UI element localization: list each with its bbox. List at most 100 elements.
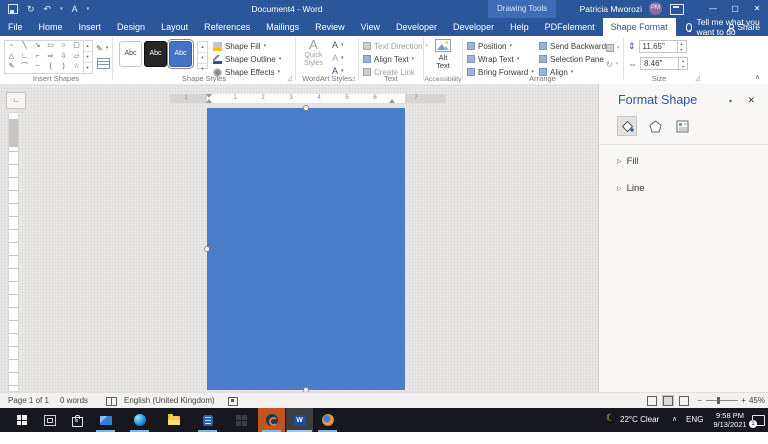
shape-fill-button[interactable]: Shape Fill ▾ [213, 40, 266, 52]
shape-right-brace-icon[interactable]: ) [57, 62, 70, 73]
moon-weather-icon[interactable]: ☾ [606, 413, 615, 437]
collapse-ribbon-icon[interactable]: ∧ [755, 73, 760, 81]
clock-date[interactable]: 9/13/2021 [710, 420, 750, 444]
weather-temperature[interactable]: 22°C Clear [620, 408, 659, 432]
tab-view[interactable]: View [353, 18, 388, 36]
shape-down-arrow-icon[interactable]: ⇩ [57, 52, 70, 63]
macro-record-icon[interactable] [228, 397, 238, 406]
tab-review[interactable]: Review [307, 18, 353, 36]
tab-file[interactable]: File [0, 18, 31, 36]
line-section-header[interactable]: ▷ Line [617, 183, 645, 194]
shape-arc-icon[interactable]: ⌒ [18, 62, 31, 73]
action-center-icon[interactable]: 1 [752, 415, 765, 426]
avatar[interactable]: PM [649, 2, 662, 15]
shape-connector-icon[interactable]: ⌐ [31, 52, 44, 63]
gallery-scroll-up-icon[interactable]: ▴ [83, 41, 92, 51]
panel-options-caret-icon[interactable]: ▾ [729, 98, 732, 105]
height-spin-down-icon[interactable]: ▾ [678, 47, 686, 53]
undo-dropdown-icon[interactable]: ▾ [60, 6, 63, 12]
firefox-button[interactable] [314, 408, 341, 432]
shape-handle-left-middle[interactable] [204, 246, 210, 252]
mail-button[interactable] [92, 408, 119, 432]
edge-button[interactable] [126, 408, 153, 432]
alt-text-button[interactable]: Alt Text [430, 39, 456, 77]
style-preview-blue-selected[interactable]: Abc [169, 41, 192, 67]
shape-height-value[interactable]: 11.65" [640, 42, 677, 51]
close-button[interactable]: ✕ [746, 0, 768, 18]
shape-callout-icon[interactable]: ▱ [70, 52, 83, 63]
pinned-app-button[interactable] [228, 408, 255, 432]
first-line-indent-marker[interactable] [206, 94, 212, 98]
rotate-objects-button[interactable]: ↻ ▾ [606, 58, 618, 70]
group-objects-button[interactable]: ▾ [606, 42, 620, 54]
effects-tab[interactable] [646, 117, 664, 135]
web-layout-icon[interactable] [678, 395, 690, 406]
qat-customize-icon[interactable]: ▾ [87, 6, 90, 12]
zoom-level[interactable]: 45% [749, 393, 765, 408]
shape-recent-icon[interactable]: ▫ [5, 41, 18, 52]
size-dialog-launcher-icon[interactable]: ◿ [695, 76, 700, 82]
shape-width-field[interactable]: 8.46" ▴ ▾ [640, 57, 688, 70]
styles-more-icon[interactable]: ▾ [198, 63, 207, 74]
fill-line-tab[interactable] [617, 116, 637, 136]
style-preview-outline[interactable]: Abc [119, 41, 142, 67]
fill-section-header[interactable]: ▷ Fill [617, 156, 639, 167]
styles-scroll-down-icon[interactable]: ▾ [198, 52, 207, 63]
word-taskbar-button[interactable]: W [286, 408, 313, 432]
print-layout-icon[interactable] [662, 395, 674, 406]
undo-icon[interactable]: ↶ [44, 0, 52, 18]
shape-rounded-rectangle-icon[interactable]: ▢ [70, 41, 83, 52]
ribbon-display-options-icon[interactable] [670, 4, 684, 15]
notes-app-button[interactable] [194, 408, 221, 432]
text-box-button[interactable] [97, 58, 110, 69]
shape-height-field[interactable]: 11.65" ▴ ▾ [639, 40, 687, 53]
shape-line-icon[interactable]: ╲ [18, 41, 31, 52]
proofing-icon[interactable] [106, 397, 117, 406]
zoom-slider-thumb[interactable] [717, 397, 720, 404]
signed-in-user[interactable]: Patricia Mworozi [580, 0, 642, 18]
file-explorer-button[interactable] [160, 408, 187, 432]
shape-handle-top-center[interactable] [303, 105, 309, 111]
gallery-more-icon[interactable]: ▾ [83, 62, 92, 73]
shape-right-arrow-icon[interactable]: ⇨ [44, 52, 57, 63]
gallery-scroll-down-icon[interactable]: ▾ [83, 51, 92, 62]
tab-references[interactable]: References [196, 18, 258, 36]
minimize-button[interactable]: — [702, 0, 724, 18]
word-count[interactable]: 0 words [60, 393, 88, 408]
shape-width-value[interactable]: 8.46" [641, 59, 678, 68]
shape-left-brace-icon[interactable]: ( [44, 62, 57, 73]
styles-scroll-up-icon[interactable]: ▴ [198, 42, 207, 52]
ruler-tab-selector[interactable]: ∟ [6, 92, 26, 109]
save-icon[interactable] [8, 4, 18, 14]
gallery-scrollbar[interactable]: ▴ ▾ ▾ [83, 40, 93, 74]
shape-outline-button[interactable]: Shape Outline ▾ [213, 53, 281, 65]
shapes-gallery[interactable]: ▫ ╲ ↘ ▭ ○ ▢ △ ∟ ⌐ ⇨ ⇩ ▱ ✎ ⌒ ~ ( ) ☆ [4, 40, 84, 74]
tab-shape-format[interactable]: Shape Format [603, 18, 676, 36]
input-language[interactable]: ENG [686, 408, 703, 432]
store-button[interactable] [64, 408, 91, 432]
align-text-button[interactable]: Align Text ▾ [363, 53, 414, 65]
document-canvas[interactable]: ∟ 1 1 2 3 4 5 6 7 [0, 84, 599, 392]
width-spin-down-icon[interactable]: ▾ [679, 64, 687, 70]
share-button[interactable]: Share [727, 18, 760, 36]
shape-curve-icon[interactable]: ~ [31, 62, 44, 73]
read-mode-icon[interactable] [646, 395, 658, 406]
tab-insert[interactable]: Insert [71, 18, 110, 36]
tab-developer[interactable]: Developer [388, 18, 445, 36]
send-backward-button[interactable]: Send Backward ▾ [539, 40, 612, 52]
tab-home[interactable]: Home [31, 18, 71, 36]
edit-shape-button[interactable]: ✎ ▾ [96, 42, 108, 54]
panel-close-icon[interactable]: ✕ [747, 95, 755, 106]
vertical-ruler[interactable] [8, 112, 19, 392]
layout-properties-tab[interactable] [673, 117, 691, 135]
tab-help[interactable]: Help [502, 18, 537, 36]
shape-triangle-icon[interactable]: △ [5, 52, 18, 63]
hanging-indent-marker[interactable] [206, 99, 212, 103]
page-indicator[interactable]: Page 1 of 1 [8, 393, 49, 408]
shape-rectangle-icon[interactable]: ▭ [44, 41, 57, 52]
zoom-out-icon[interactable]: − [697, 393, 702, 408]
font-tool-icon[interactable]: A [72, 0, 78, 18]
redo-icon[interactable]: ↻ [27, 0, 35, 18]
zoom-in-icon[interactable]: + [741, 393, 746, 408]
tray-expand-icon[interactable]: ∧ [672, 408, 677, 432]
